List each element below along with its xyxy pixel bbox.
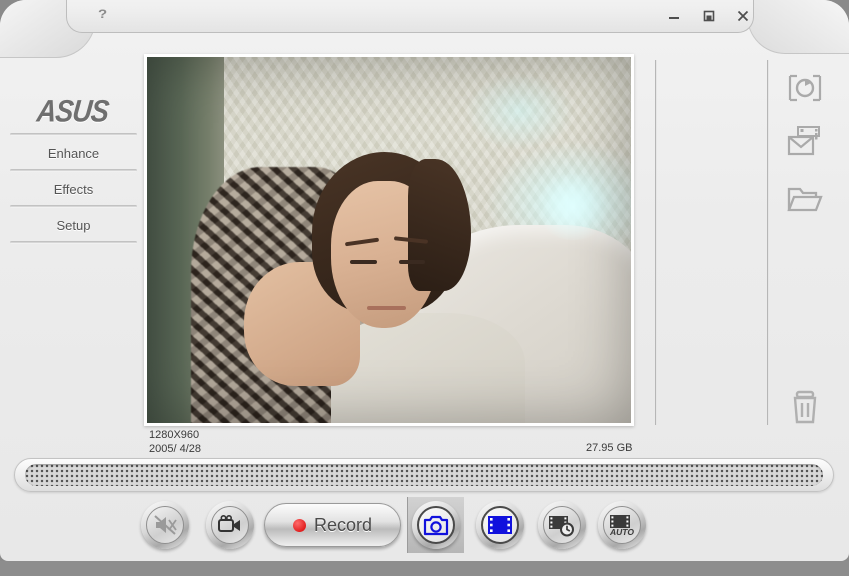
snapshot-button[interactable] <box>412 501 460 549</box>
record-button[interactable]: Record <box>264 503 401 547</box>
preview-clips-button[interactable] <box>476 501 524 549</box>
close-button[interactable] <box>731 6 755 26</box>
control-bar: Record <box>0 497 849 553</box>
sidebar-item-label: Enhance <box>48 146 99 161</box>
mute-icon <box>153 514 177 536</box>
sidebar-divider <box>10 241 137 244</box>
sidebar-divider <box>10 169 137 172</box>
sidebar: ASUS Enhance Effects Setup <box>0 80 140 260</box>
resolution-label: 1280X960 <box>149 428 201 442</box>
asus-logo: ASUS <box>35 94 110 130</box>
sidebar-item-label: Setup <box>57 218 91 233</box>
speaker-grille-bar <box>14 458 834 492</box>
sidebar-item-enhance[interactable]: Enhance <box>10 139 137 167</box>
desktop-background-strip <box>0 561 849 576</box>
title-bar[interactable]: ? <box>0 0 849 36</box>
timer-capture-button[interactable] <box>538 501 586 549</box>
app-window: ? ASUS Enhance Effects <box>0 0 849 561</box>
speaker-grille-mesh <box>25 464 823 486</box>
camera-icon <box>423 515 449 536</box>
close-icon <box>736 9 750 23</box>
minimize-icon <box>667 9 681 23</box>
help-glyph-icon: ? <box>98 8 106 21</box>
folder-icon <box>785 183 825 215</box>
sidebar-divider <box>10 205 137 208</box>
panel-divider-right <box>767 60 769 425</box>
video-camera-icon <box>217 515 243 535</box>
trash-icon <box>789 389 821 425</box>
record-dot-icon <box>293 519 306 532</box>
video-preview-frame <box>144 54 634 426</box>
auto-capture-button[interactable]: AUTO <box>598 501 646 549</box>
open-folder-button[interactable] <box>783 177 827 221</box>
sidebar-item-effects[interactable]: Effects <box>10 175 137 203</box>
sidebar-item-setup[interactable]: Setup <box>10 211 137 239</box>
capture-frame-icon <box>787 73 823 103</box>
record-button-label: Record <box>314 515 372 536</box>
maximize-icon <box>702 9 716 23</box>
sidebar-item-label: Effects <box>54 182 94 197</box>
film-auto-icon: AUTO <box>607 513 637 537</box>
panel-divider-left <box>655 60 657 425</box>
date-label: 2005/ 4/28 <box>149 442 201 456</box>
preview-info: 1280X960 2005/ 4/28 <box>149 428 201 456</box>
disk-free-label: 27.95 GB <box>586 442 632 454</box>
maximize-button[interactable] <box>697 6 721 26</box>
scene-vignette <box>147 57 631 423</box>
delete-button[interactable] <box>783 385 827 429</box>
minimize-button[interactable] <box>662 6 686 26</box>
video-preview-canvas[interactable] <box>147 57 631 423</box>
video-mode-button[interactable] <box>206 501 254 549</box>
send-email-button[interactable] <box>783 120 827 164</box>
email-icon <box>785 125 825 159</box>
sidebar-divider <box>10 133 137 136</box>
mute-button[interactable] <box>141 501 189 549</box>
capture-frame-button[interactable] <box>783 66 827 110</box>
snapshot-button-panel[interactable] <box>407 497 464 553</box>
film-clock-icon <box>548 513 576 537</box>
title-bar-tab <box>66 0 754 33</box>
film-strip-icon <box>486 514 514 536</box>
auto-badge-text: AUTO <box>609 527 634 537</box>
